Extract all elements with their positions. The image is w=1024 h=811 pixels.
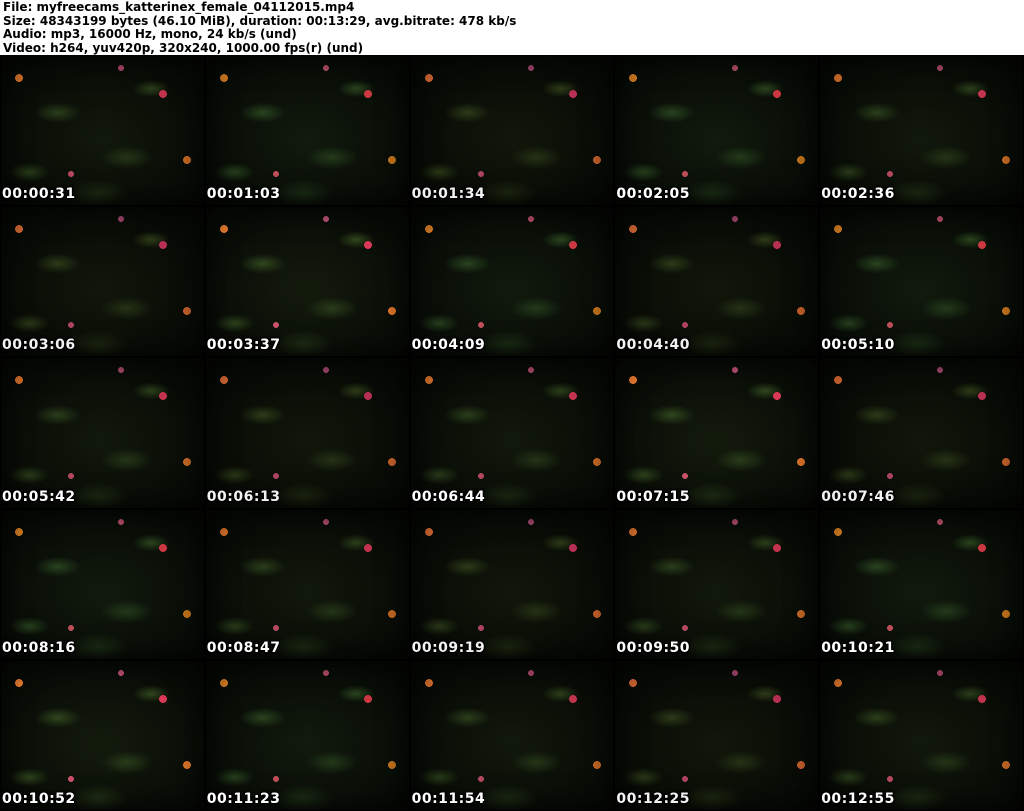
video-thumbnail: 00:06:44	[409, 357, 615, 509]
timestamp-label: 00:09:50	[616, 639, 691, 656]
video-thumbnail: 00:07:15	[614, 357, 820, 509]
timestamp-label: 00:03:06	[2, 337, 76, 354]
video-thumbnail: 00:12:55	[819, 659, 1024, 811]
timestamp-label: 00:08:47	[206, 639, 281, 656]
timestamp-label: 00:04:09	[411, 337, 486, 354]
timestamp-label: 00:05:42	[2, 488, 76, 505]
timestamp-label: 00:05:10	[821, 337, 895, 354]
timestamp-label: 00:09:19	[411, 639, 486, 656]
timestamp-label: 00:08:16	[2, 639, 76, 656]
timestamp-label: 00:10:21	[821, 639, 895, 656]
video-thumbnail: 00:04:40	[614, 206, 820, 358]
timestamp-label: 00:03:37	[206, 337, 281, 354]
timestamp-label: 00:01:03	[206, 186, 281, 203]
video-thumbnail: 00:02:36	[819, 55, 1024, 207]
file-info-line: File: myfreecams_katterinex_female_04112…	[3, 0, 355, 14]
timestamp-label: 00:12:55	[821, 790, 895, 807]
video-thumbnail: 00:08:16	[0, 508, 205, 660]
metadata-header: File: myfreecams_katterinex_female_04112…	[0, 0, 1024, 55]
video-thumbnail: 00:05:42	[0, 357, 205, 509]
audio-info-line: Audio: mp3, 16000 Hz, mono, 24 kb/s (und…	[3, 27, 297, 41]
video-thumbnail: 00:02:05	[614, 55, 820, 207]
thumbnail-grid: 00:00:31 00:01:03 00:01:34 00:02:05 00:0…	[0, 55, 1024, 811]
video-thumbnail: 00:01:03	[204, 55, 410, 207]
video-thumbnail: 00:11:54	[409, 659, 615, 811]
timestamp-label: 00:12:25	[616, 790, 691, 807]
timestamp-label: 00:06:44	[411, 488, 486, 505]
timestamp-label: 00:02:05	[616, 186, 691, 203]
video-thumbnail: 00:09:19	[409, 508, 615, 660]
timestamp-label: 00:10:52	[2, 790, 76, 807]
video-thumbnail: 00:03:37	[204, 206, 410, 358]
video-thumbnail: 00:08:47	[204, 508, 410, 660]
video-thumbnail: 00:01:34	[409, 55, 615, 207]
timestamp-label: 00:07:15	[616, 488, 691, 505]
size-info-line: Size: 48343199 bytes (46.10 MiB), durati…	[3, 13, 517, 28]
video-thumbnail: 00:06:13	[204, 357, 410, 509]
timestamp-label: 00:04:40	[616, 337, 691, 354]
video-thumbnail: 00:12:25	[614, 659, 820, 811]
timestamp-label: 00:07:46	[821, 488, 895, 505]
timestamp-label: 00:01:34	[411, 186, 486, 203]
video-thumbnail: 00:10:21	[819, 508, 1024, 660]
video-thumbnail: 00:07:46	[819, 357, 1024, 509]
video-thumbnail: 00:04:09	[409, 206, 615, 358]
timestamp-label: 00:02:36	[821, 186, 895, 203]
timestamp-label: 00:06:13	[206, 488, 281, 505]
timestamp-label: 00:00:31	[2, 186, 76, 203]
video-thumbnail: 00:10:52	[0, 659, 205, 811]
video-thumbnail: 00:00:31	[0, 55, 205, 207]
video-thumbnail: 00:11:23	[204, 659, 410, 811]
video-info-line: Video: h264, yuv420p, 320x240, 1000.00 f…	[3, 40, 364, 55]
video-thumbnail: 00:05:10	[819, 206, 1024, 358]
video-thumbnail: 00:09:50	[614, 508, 820, 660]
timestamp-label: 00:11:23	[206, 790, 281, 807]
timestamp-label: 00:11:54	[411, 790, 486, 807]
video-thumbnail: 00:03:06	[0, 206, 205, 358]
